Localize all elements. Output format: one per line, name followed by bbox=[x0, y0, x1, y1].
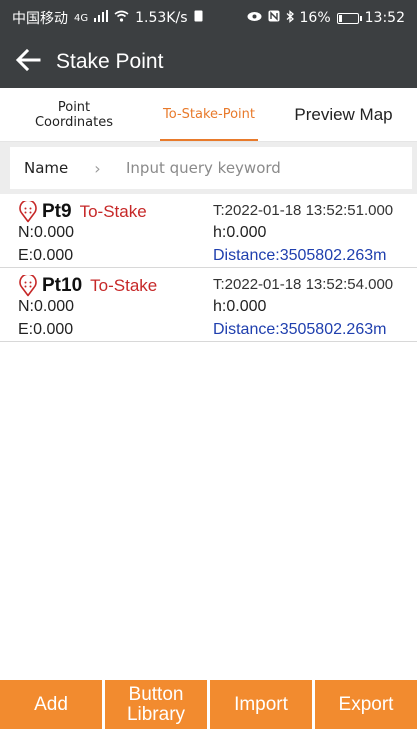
nfc-icon bbox=[268, 10, 280, 26]
search-field-label: Name bbox=[24, 159, 69, 177]
search-input[interactable] bbox=[120, 148, 412, 188]
button-library-button[interactable]: Button Library bbox=[105, 680, 207, 729]
arrow-left-icon bbox=[15, 48, 41, 76]
import-button[interactable]: Import bbox=[210, 680, 312, 729]
stake-status: To-Stake bbox=[90, 276, 158, 295]
point-name-group: Pt10 To-Stake bbox=[42, 275, 157, 297]
height-value: h:0.000 bbox=[213, 298, 267, 315]
point-time: T:2022-01-18 13:52:54.000 bbox=[213, 276, 394, 293]
back-button[interactable] bbox=[0, 36, 56, 88]
export-button[interactable]: Export bbox=[315, 680, 417, 729]
status-left: 中国移动 4G 1.53K/s bbox=[12, 8, 203, 28]
height-value: h:0.000 bbox=[213, 224, 267, 241]
easting-value: E:0.000 bbox=[18, 247, 74, 264]
stake-point-list: Pt9 To-Stake T:2022-01-18 13:52:51.000 N:… bbox=[0, 194, 417, 342]
tab-to-stake-point[interactable]: To-Stake-Point bbox=[148, 88, 270, 141]
bottom-button-bar: Add Button Library Import Export bbox=[0, 680, 417, 729]
northing-value: N:0.000 bbox=[18, 298, 75, 315]
bluetooth-icon bbox=[286, 9, 294, 27]
search-area: Name › bbox=[0, 142, 417, 194]
wifi-icon bbox=[114, 10, 129, 26]
list-item[interactable]: Pt9 To-Stake T:2022-01-18 13:52:51.000 N:… bbox=[0, 194, 417, 268]
app-bar: Stake Point bbox=[0, 36, 417, 88]
chevron-right-icon: › bbox=[94, 158, 101, 178]
tab-point-coordinates[interactable]: Point Coordinates bbox=[0, 88, 148, 141]
status-right: 16% 13:52 bbox=[247, 9, 405, 27]
battery-icon bbox=[336, 12, 362, 24]
tab-preview-map[interactable]: Preview Map bbox=[270, 88, 417, 141]
northing-value: N:0.000 bbox=[18, 224, 75, 241]
battery-fill bbox=[338, 14, 342, 22]
point-name: Pt10 bbox=[42, 275, 83, 296]
network-speed: 1.53K/s bbox=[135, 10, 188, 26]
network-type: 4G bbox=[74, 12, 89, 24]
point-name: Pt9 bbox=[42, 201, 72, 222]
eye-icon bbox=[247, 10, 262, 26]
tab-bar: Point Coordinates To-Stake-Point Preview… bbox=[0, 88, 417, 142]
search-field-selector[interactable]: Name › bbox=[10, 159, 120, 178]
search-box: Name › bbox=[10, 147, 412, 189]
easting-value: E:0.000 bbox=[18, 321, 74, 338]
point-name-group: Pt9 To-Stake bbox=[42, 201, 147, 223]
distance-value: Distance:3505802.263m bbox=[213, 321, 387, 338]
signal-icon bbox=[94, 10, 109, 26]
stake-status: To-Stake bbox=[79, 202, 147, 221]
page-title: Stake Point bbox=[56, 50, 164, 73]
add-button[interactable]: Add bbox=[0, 680, 102, 729]
distance-value: Distance:3505802.263m bbox=[213, 247, 387, 264]
carrier-label: 中国移动 bbox=[12, 11, 68, 27]
battery-percent: 16% bbox=[299, 10, 331, 26]
sim-icon bbox=[194, 10, 203, 26]
list-item[interactable]: Pt10 To-Stake T:2022-01-18 13:52:54.000 N… bbox=[0, 268, 417, 342]
status-bar: 中国移动 4G 1.53K/s 16% 13:52 bbox=[0, 0, 417, 36]
point-time: T:2022-01-18 13:52:51.000 bbox=[213, 202, 394, 219]
clock: 13:52 bbox=[364, 10, 405, 26]
